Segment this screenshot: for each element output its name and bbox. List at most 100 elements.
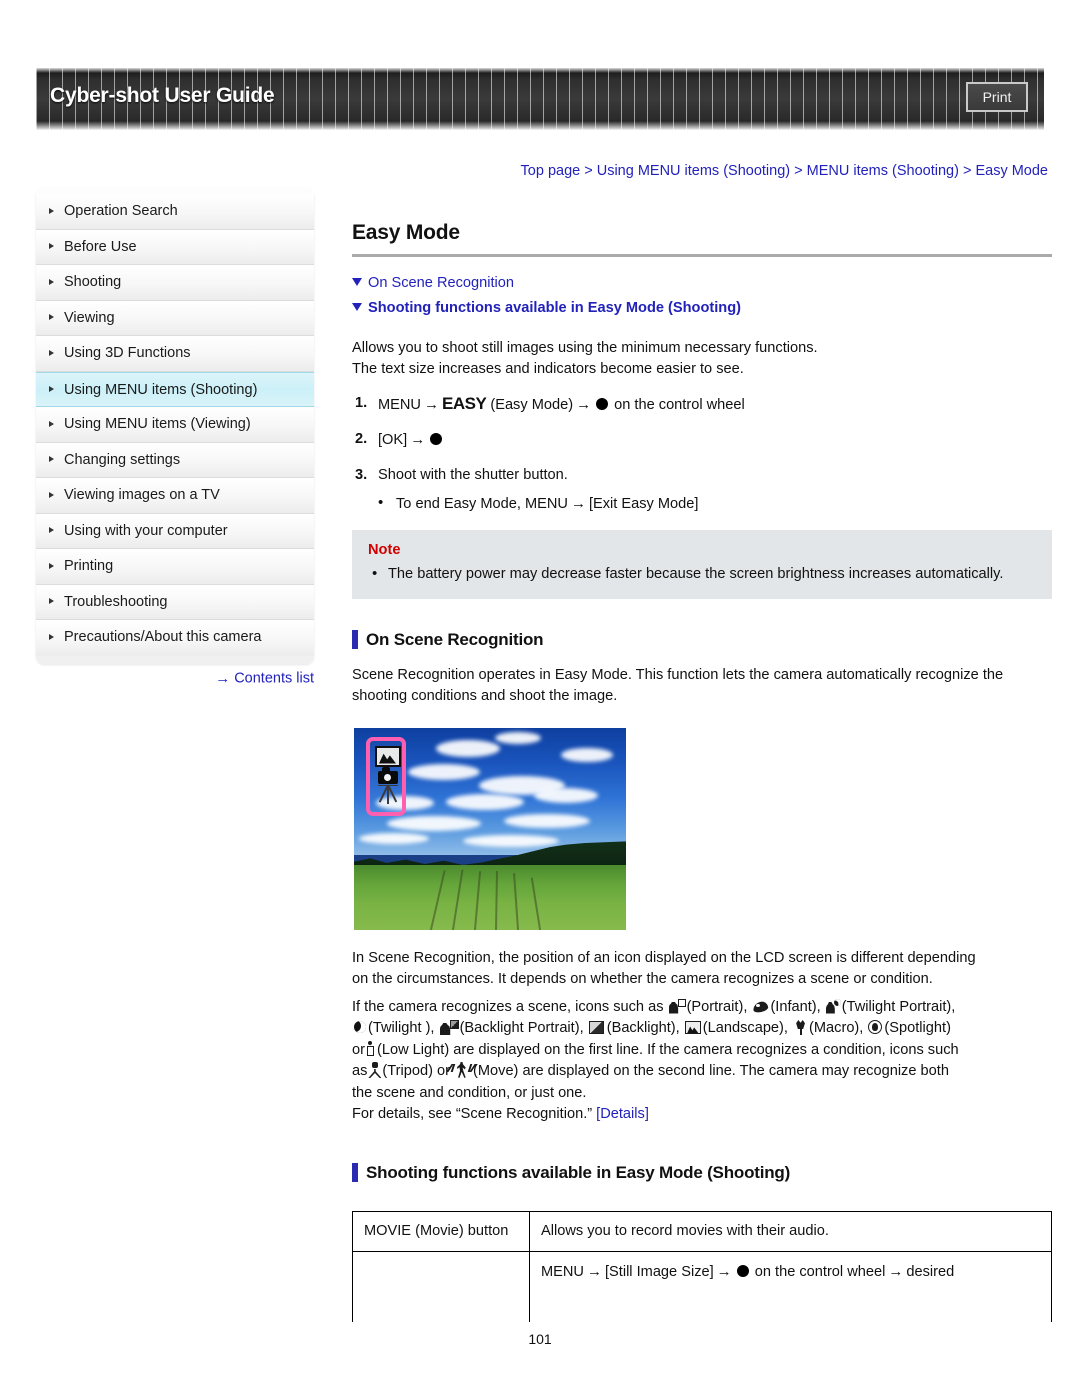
- page-title: Easy Mode: [352, 221, 460, 244]
- page-number: 101: [528, 1331, 552, 1347]
- sidebar-item-printing[interactable]: Printing: [36, 549, 314, 585]
- table-cell-function: MOVIE (Movie) button: [352, 1211, 530, 1252]
- move-label: (Move): [473, 1063, 519, 1079]
- scene-recognition-screenshot: [354, 727, 626, 930]
- scene-icons-line-3: or (Low Light) are displayed on the first…: [352, 1040, 1052, 1062]
- bullet-triangle-icon: [49, 243, 54, 250]
- sidebar-item-label: Troubleshooting: [64, 593, 168, 610]
- bullet-triangle-icon: [49, 491, 54, 498]
- app-title: Cyber-shot User Guide: [50, 84, 275, 107]
- twilight-portrait-scene-icon: [826, 998, 841, 1014]
- cell-text-mid-2: on the control wheel: [754, 1264, 886, 1280]
- intro-line-1: Allows you to shoot still images using t…: [352, 339, 818, 356]
- cell-text-post: desired: [906, 1264, 955, 1280]
- sidebar-item-label: Shooting: [64, 274, 122, 290]
- text-first-line: are displayed on the first line. If the …: [453, 1041, 959, 1058]
- sidebar-item-operation-search[interactable]: Operation Search: [36, 194, 314, 230]
- portrait-scene-icon: [669, 998, 686, 1014]
- photo-cloud: [408, 763, 481, 780]
- landscape-scene-icon: [375, 745, 401, 767]
- bullet-triangle-icon: [49, 527, 54, 534]
- jump-link-label: On Scene Recognition: [368, 274, 515, 291]
- cell-text-pre: MENU: [541, 1264, 584, 1280]
- sidebar-item-label: Before Use: [64, 238, 137, 255]
- highlight-box: [366, 736, 406, 816]
- twilight-label: (Twilight ),: [368, 1020, 435, 1036]
- landscape-scene-icon-inline: [684, 1020, 702, 1035]
- contents-list-link[interactable]: → Contents list: [36, 670, 314, 687]
- text-or: or: [352, 1041, 365, 1058]
- sidebar-item-label: Operation Search: [64, 203, 178, 219]
- sidebar-item-troubleshooting[interactable]: Troubleshooting: [36, 584, 314, 620]
- backlight-scene-icon: [588, 1020, 606, 1035]
- note-item: The battery power may decrease faster be…: [368, 563, 1036, 585]
- step-text-pre: MENU: [378, 396, 421, 413]
- table-cell-description: Allows you to record movies with their a…: [529, 1211, 1052, 1252]
- sidebar-item-label: Using 3D Functions: [64, 345, 191, 361]
- arrow-right-icon: →: [716, 1263, 732, 1280]
- sidebar-item-viewing-images-on-a-tv[interactable]: Viewing images on a TV: [36, 478, 314, 514]
- scene-icons-line-4: as (Tripod) or (Move) are displayed on the…: [352, 1061, 1052, 1083]
- sidebar-item-label: Printing: [64, 558, 114, 574]
- arrow-right-icon: →: [888, 1263, 904, 1280]
- sidebar-item-label: Using with your computer: [64, 522, 228, 539]
- text-as: as: [352, 1063, 368, 1079]
- step-number: 2.: [355, 431, 368, 447]
- step-text-mid: (Easy Mode): [490, 396, 574, 413]
- bullet-triangle-icon: [49, 278, 54, 285]
- spotlight-scene-icon: [868, 1020, 883, 1035]
- step-text-pre: Shoot with the shutter button.: [378, 466, 568, 483]
- sidebar-item-using-menu-items-viewing[interactable]: Using MENU items (Viewing): [36, 407, 314, 443]
- scene-icons-intro: If the camera recognizes a scene, icons …: [352, 998, 664, 1015]
- jump-link-shooting-functions[interactable]: Shooting functions available in Easy Mod…: [352, 298, 1052, 320]
- sidebar-item-shooting[interactable]: Shooting: [36, 265, 314, 301]
- macro-scene-icon: [793, 1020, 808, 1035]
- tripod-icon: [376, 783, 400, 805]
- note-box: Note The battery power may decrease fast…: [352, 529, 1052, 599]
- control-wheel-center-button-icon: [736, 1265, 749, 1277]
- section-heading-shooting-functions: Shooting functions available in Easy Mod…: [352, 1162, 1052, 1184]
- scene-icon-paragraph: If the camera recognizes a scene, icons …: [352, 997, 1052, 1126]
- bullet-triangle-icon: [49, 207, 54, 214]
- print-button[interactable]: Print: [966, 82, 1028, 112]
- step-item-1: 1. MENU → EASY (Easy Mode) → on the control…: [352, 393, 1052, 417]
- move-condition-icon: [450, 1062, 473, 1078]
- tripod-label: (Tripod): [382, 1063, 433, 1079]
- main-content: Easy Mode On Scene Recognition Shooting …: [352, 222, 1052, 1334]
- sidebar-item-before-use[interactable]: Before Use: [36, 229, 314, 265]
- photo-cloud: [359, 832, 430, 844]
- section1-paragraph-2: In Scene Recognition, the position of an…: [352, 948, 1052, 991]
- sidebar-item-precautions-about-this-camera[interactable]: Precautions/About this camera: [36, 620, 314, 656]
- details-link[interactable]: [Details]: [596, 1106, 649, 1122]
- sidebar-item-using-menu-items-shooting[interactable]: Using MENU items (Shooting): [36, 371, 314, 407]
- photo-cloud: [435, 739, 500, 757]
- sidebar-item-using-with-your-computer[interactable]: Using with your computer: [36, 513, 314, 549]
- photo-field: [354, 864, 626, 930]
- twilight-scene-icon: [353, 1020, 367, 1035]
- sidebar-item-label: Precautions/About this camera: [64, 629, 262, 645]
- step-item-3: 3. Shoot with the shutter button. To end…: [352, 465, 1052, 516]
- low-light-scene-icon: [366, 1040, 376, 1057]
- bullet-triangle-icon: [49, 456, 54, 463]
- low-light-label: (Low Light): [376, 1041, 450, 1058]
- jump-link-on-scene-recognition[interactable]: On Scene Recognition: [352, 273, 1052, 295]
- sidebar-nav: Operation Search Before Use Shooting Vie…: [36, 188, 314, 664]
- section-heading-on-scene-recognition: On Scene Recognition: [352, 629, 1052, 651]
- sidebar-item-changing-settings[interactable]: Changing settings: [36, 442, 314, 478]
- scene-icons-line-2: (Twilight ), (Backlight Portrait), (Back…: [352, 1018, 1052, 1040]
- breadcrumb[interactable]: Top page > Using MENU items (Shooting) >…: [348, 163, 1048, 179]
- spotlight-label: (Spotlight): [884, 1020, 951, 1036]
- photo-cloud: [533, 788, 598, 804]
- photo-cloud: [462, 834, 559, 847]
- sidebar-item-using-3d-functions[interactable]: Using 3D Functions: [36, 336, 314, 372]
- intro-line-2: The text size increases and indicators b…: [352, 361, 744, 377]
- sidebar-item-viewing[interactable]: Viewing: [36, 300, 314, 336]
- sidebar-item-label: Changing settings: [64, 451, 181, 468]
- arrow-right-icon: →: [570, 495, 586, 512]
- bullet-triangle-icon: [49, 562, 54, 569]
- arrow-right-icon: →: [215, 670, 231, 687]
- contents-list-label: Contents list: [234, 670, 314, 687]
- sidebar-item-label: Using MENU items (Viewing): [64, 416, 251, 432]
- arrow-right-icon: →: [423, 395, 439, 413]
- paragraph-2-line-1: In Scene Recognition, the position of an…: [352, 949, 976, 966]
